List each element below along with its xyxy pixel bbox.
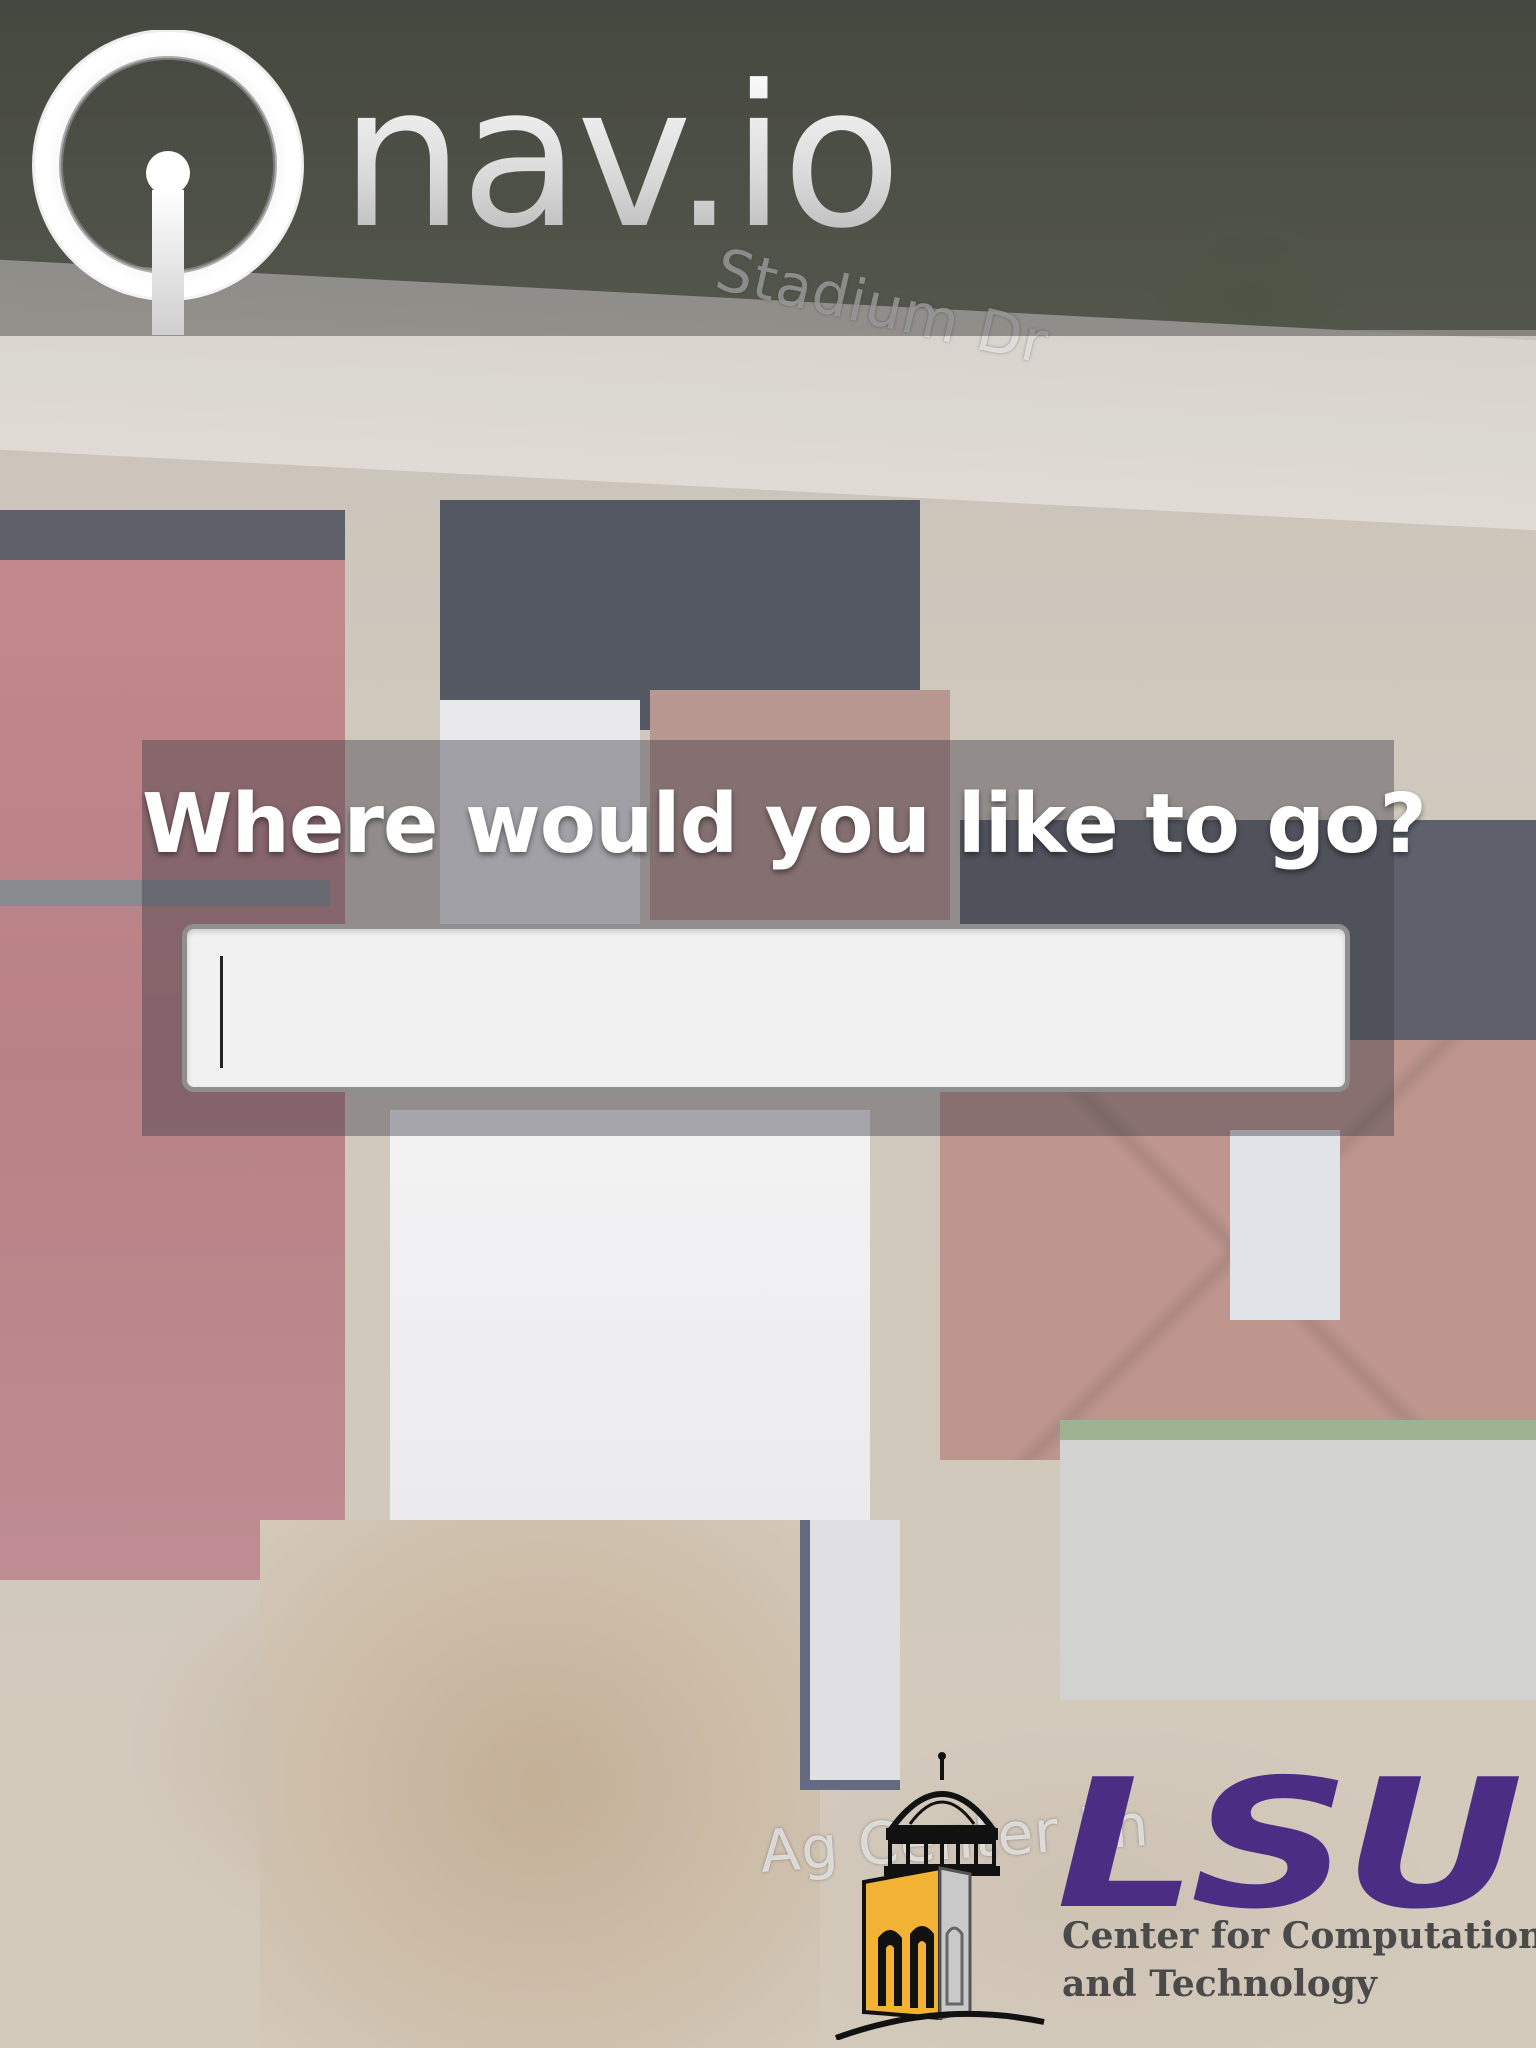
text-caret	[220, 956, 223, 1068]
lsu-subtitle-line-2: and Technology	[1062, 1963, 1377, 2005]
app-logo-text: nav.io	[340, 44, 902, 272]
search-panel: Where would you like to go?	[142, 740, 1427, 1136]
destination-search-input[interactable]	[182, 924, 1350, 1092]
lsu-subtitle-line-1: Center for Computation	[1062, 1915, 1536, 1957]
search-prompt: Where would you like to go?	[142, 777, 1427, 872]
location-pin-icon	[32, 30, 304, 335]
memorial-tower-icon	[834, 1752, 1045, 2040]
lsu-cct-logo: LSU Center for Computation and Technolog…	[830, 1750, 1536, 2040]
